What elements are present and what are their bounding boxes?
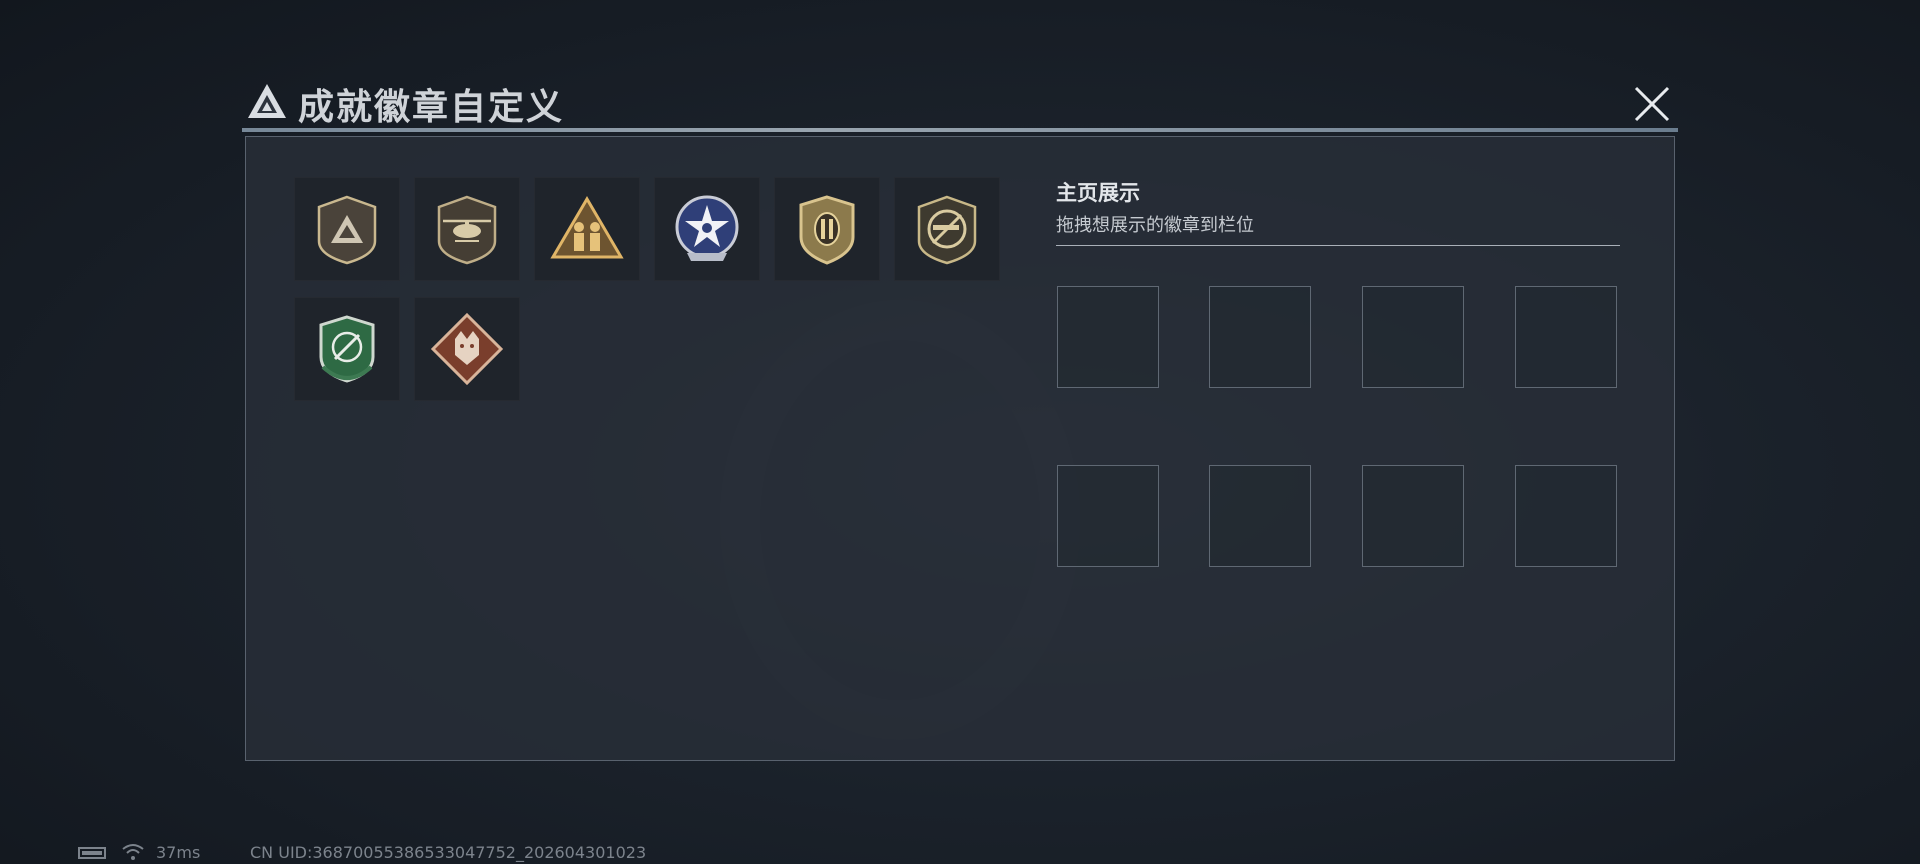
triangle-emblem-badge-icon: [317, 195, 377, 265]
display-slot-3[interactable]: [1362, 286, 1464, 388]
display-section-hint: 拖拽想展示的徽章到栏位: [1056, 215, 1254, 236]
uid-text: CN UID:36870055386533047752_202604301023: [250, 843, 647, 862]
helicopter-badge-icon: [437, 195, 497, 265]
shield-bars-badge-icon: [799, 195, 855, 265]
badge-cell-squad-triangle[interactable]: [534, 177, 640, 281]
display-slot-7[interactable]: [1362, 465, 1464, 567]
close-icon: [1634, 86, 1670, 122]
badge-cell-shield-bars[interactable]: [774, 177, 880, 281]
display-slot-6[interactable]: [1209, 465, 1311, 567]
squad-triangle-badge-icon: [550, 196, 624, 259]
badge-cell-no-rifle[interactable]: [894, 177, 1000, 281]
display-section-title: 主页展示: [1056, 181, 1140, 205]
wolf-diamond-badge-icon: [430, 312, 504, 386]
ping-text: 37ms: [156, 843, 201, 862]
display-slot-8[interactable]: [1515, 465, 1617, 567]
display-divider: [1056, 245, 1620, 246]
battery-icon: [78, 847, 106, 859]
badge-cell-helicopter[interactable]: [414, 177, 520, 281]
badge-customize-panel: 主页展示 拖拽想展示的徽章到栏位: [245, 136, 1675, 761]
panel-header: 成就徽章自定义: [242, 72, 1678, 132]
display-slot-1[interactable]: [1057, 286, 1159, 388]
display-slot-5[interactable]: [1057, 465, 1159, 567]
status-bar: 37ms CN UID:36870055386533047752_2026043…: [78, 843, 778, 863]
no-rifle-badge-icon: [917, 195, 977, 265]
star-wreath-badge-icon: [675, 195, 739, 261]
badge-cell-wolf-diamond[interactable]: [414, 297, 520, 401]
header-divider: [242, 128, 1678, 132]
green-knife-shield-badge-icon: [319, 315, 375, 383]
triangle-logo-icon: [248, 84, 286, 118]
display-slot-4[interactable]: [1515, 286, 1617, 388]
page-title: 成就徽章自定义: [298, 87, 565, 128]
badge-cell-green-knife-shield[interactable]: [294, 297, 400, 401]
wifi-icon: [122, 844, 144, 860]
display-slot-2[interactable]: [1209, 286, 1311, 388]
badge-cell-triangle-emblem[interactable]: [294, 177, 400, 281]
badge-cell-star-wreath[interactable]: [654, 177, 760, 281]
close-button[interactable]: [1628, 80, 1676, 128]
